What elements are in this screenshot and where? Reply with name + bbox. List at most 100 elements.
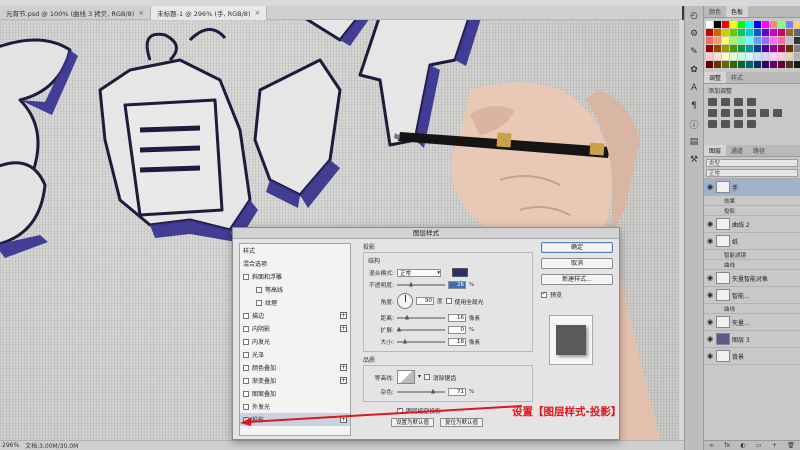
blend-mode-dropdown[interactable]: 正常 ▾	[397, 268, 441, 277]
threshold-icon[interactable]	[734, 120, 743, 128]
slider-knob[interactable]	[431, 388, 435, 394]
color-swatch[interactable]	[778, 45, 785, 52]
style-item[interactable]: 渐变叠加 +	[240, 374, 350, 387]
visibility-eye-icon[interactable]: ◉	[706, 220, 714, 228]
chevron-down-icon[interactable]: ▾	[418, 374, 421, 380]
visibility-eye-icon[interactable]: ◉	[706, 274, 714, 282]
color-swatch[interactable]	[746, 29, 753, 36]
posterize-icon[interactable]	[721, 120, 730, 128]
style-checkbox[interactable]	[243, 325, 249, 332]
color-swatch[interactable]	[706, 21, 713, 28]
noise-slider[interactable]	[397, 388, 445, 394]
color-swatch[interactable]	[778, 29, 785, 36]
folder-icon[interactable]: ▭	[756, 442, 762, 449]
color-balance-icon[interactable]	[734, 109, 743, 117]
add-style-icon[interactable]: +	[340, 325, 347, 332]
color-swatch[interactable]	[786, 37, 793, 44]
color-swatch[interactable]	[738, 29, 745, 36]
color-swatch[interactable]	[762, 53, 769, 60]
color-swatch[interactable]	[706, 61, 713, 68]
tab-swatches[interactable]: 色板	[726, 6, 749, 17]
slider-knob[interactable]	[405, 314, 409, 320]
layer-row[interactable]: ◉ 手	[704, 179, 800, 196]
color-swatch[interactable]	[786, 53, 793, 60]
contour-picker[interactable]	[397, 370, 415, 384]
new-layer-icon[interactable]: +	[772, 442, 777, 449]
color-swatch[interactable]	[714, 29, 721, 36]
color-swatch[interactable]	[794, 29, 800, 36]
blend-options-item[interactable]: 混合选项	[240, 257, 350, 270]
color-swatch[interactable]	[770, 53, 777, 60]
style-item[interactable]: 颜色叠加 +	[240, 361, 350, 374]
color-swatch[interactable]	[770, 61, 777, 68]
opacity-slider[interactable]	[397, 281, 445, 287]
style-checkbox[interactable]	[243, 364, 249, 371]
color-swatch[interactable]	[794, 53, 800, 60]
history-icon[interactable]: ◴	[688, 10, 700, 22]
link-icon[interactable]: ∞	[709, 442, 714, 449]
color-swatch[interactable]	[714, 61, 721, 68]
color-swatch[interactable]	[762, 21, 769, 28]
blend-mode-select[interactable]: 正常	[706, 169, 798, 177]
color-swatch[interactable]	[714, 37, 721, 44]
styles-header[interactable]: 样式	[240, 244, 350, 257]
shadow-color-swatch[interactable]	[452, 268, 468, 277]
style-checkbox[interactable]	[243, 273, 249, 280]
color-swatch[interactable]	[714, 45, 721, 52]
visibility-eye-icon[interactable]: ◉	[706, 335, 714, 343]
layer-effect-row[interactable]: 投影	[704, 206, 800, 216]
ok-button[interactable]: 确定	[541, 242, 613, 253]
cancel-button[interactable]: 取消	[541, 258, 613, 269]
color-swatch[interactable]	[706, 29, 713, 36]
color-swatch[interactable]	[754, 37, 761, 44]
style-item[interactable]: 内发光	[240, 335, 350, 348]
visibility-eye-icon[interactable]: ◉	[706, 318, 714, 326]
color-swatch[interactable]	[730, 53, 737, 60]
color-swatch[interactable]	[762, 45, 769, 52]
color-swatch[interactable]	[754, 21, 761, 28]
close-icon[interactable]: ×	[138, 9, 144, 17]
global-light-checkbox[interactable]	[445, 298, 452, 304]
black-white-icon[interactable]	[747, 109, 756, 117]
trash-icon[interactable]: 🗑	[787, 442, 795, 449]
channel-mixer-icon[interactable]	[773, 109, 782, 117]
color-swatch[interactable]	[786, 29, 793, 36]
color-swatch[interactable]	[722, 45, 729, 52]
opacity-input[interactable]: 26	[448, 280, 466, 289]
layer-row[interactable]: ◉ 纸	[704, 233, 800, 250]
color-swatch[interactable]	[770, 45, 777, 52]
levels-icon[interactable]	[721, 98, 730, 106]
tab-untitled[interactable]: 未标题-1 @ 296% (手, RGB/8) ×	[151, 6, 268, 20]
color-swatch[interactable]	[794, 37, 800, 44]
style-checkbox[interactable]	[243, 377, 249, 384]
color-swatch[interactable]	[738, 45, 745, 52]
color-swatch[interactable]	[714, 53, 721, 60]
style-checkbox[interactable]	[256, 299, 262, 306]
clone-icon[interactable]: ✿	[688, 64, 700, 76]
color-swatch[interactable]	[722, 21, 729, 28]
color-swatch[interactable]	[714, 21, 721, 28]
add-style-icon[interactable]: +	[340, 364, 347, 371]
invert-icon[interactable]	[708, 120, 717, 128]
brush-icon[interactable]: ✎	[688, 46, 700, 58]
color-swatch[interactable]	[746, 53, 753, 60]
color-swatch[interactable]	[722, 37, 729, 44]
slider-knob[interactable]	[409, 281, 413, 287]
distance-input[interactable]: 16	[448, 313, 466, 322]
style-item[interactable]: 斜面和浮雕	[240, 270, 350, 283]
tab-adjustments[interactable]: 调整	[704, 72, 727, 83]
vibrance-icon[interactable]	[708, 109, 717, 117]
gradient-map-icon[interactable]	[747, 120, 756, 128]
brightness-icon[interactable]	[708, 98, 717, 106]
layer-effect-row[interactable]: 曲线	[704, 260, 800, 270]
tools-icon[interactable]: ⚒	[688, 154, 700, 166]
spread-slider[interactable]	[397, 326, 445, 332]
color-swatch[interactable]	[786, 21, 793, 28]
style-item[interactable]: 内阴影 +	[240, 322, 350, 335]
size-input[interactable]: 18	[448, 337, 466, 346]
color-swatch[interactable]	[754, 29, 761, 36]
style-checkbox[interactable]	[243, 351, 249, 358]
zoom-level[interactable]: 296%	[2, 442, 19, 449]
tab-paths[interactable]: 路径	[748, 145, 770, 156]
tab-yuanxiao[interactable]: 元宵节.psd @ 100% (曲线 3 拷贝, RGB/8) ×	[0, 6, 152, 20]
